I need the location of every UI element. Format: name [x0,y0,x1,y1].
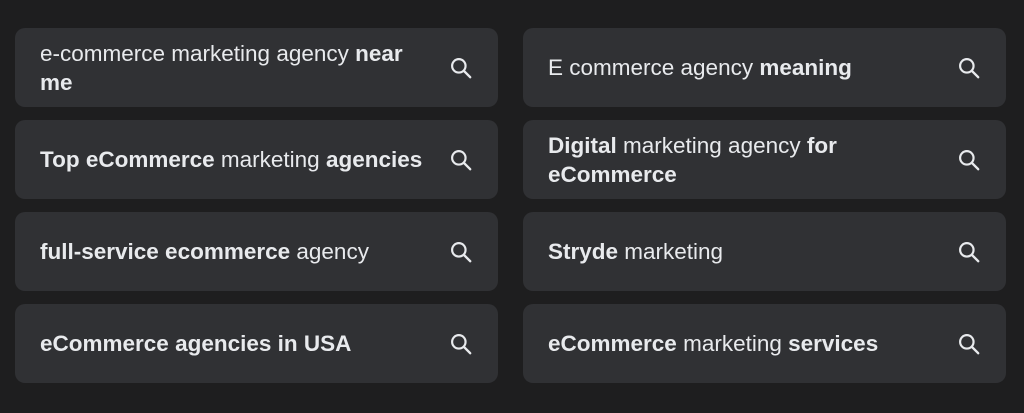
text-segment: marketing [676,331,789,356]
search-icon[interactable] [448,331,474,357]
text-segment: marketing [214,147,326,172]
related-search-text: E commerce agency meaning [548,53,852,82]
bold-text-segment: eCommerce agencies in USA [40,331,352,356]
related-search-chip[interactable]: E commerce agency meaning [523,28,1006,107]
bold-text-segment: eCommerce [548,331,677,356]
search-icon[interactable] [448,239,474,265]
search-icon[interactable] [956,147,982,173]
related-search-text: full-service ecommerce agency [40,237,369,266]
related-search-chip[interactable]: Top eCommerce marketing agencies [15,120,498,199]
search-icon[interactable] [448,147,474,173]
related-search-chip[interactable]: Digital marketing agency for eCommerce [523,120,1006,199]
text-segment: e-commerce marketing agency [40,40,356,66]
related-search-text: Top eCommerce marketing agencies [40,145,422,174]
related-search-chip[interactable]: eCommerce agencies in USA [15,304,498,383]
search-icon[interactable] [956,55,982,81]
search-icon[interactable] [956,331,982,357]
text-segment: agency [290,239,369,264]
related-search-chip[interactable]: Stryde marketing [523,212,1006,291]
bold-text-segment: agencies [325,147,423,172]
bold-text-segment: Stryde [548,239,619,264]
bold-text-segment: services [788,331,879,356]
bold-text-segment: Digital [548,132,617,158]
related-search-chip[interactable]: e-commerce marketing agency near me [15,28,498,107]
bold-text-segment: full-service ecommerce [40,239,291,264]
related-search-text: Digital marketing agency for eCommerce [548,131,944,189]
text-segment: marketing [618,239,724,264]
bold-text-segment: meaning [759,55,852,80]
related-search-chip[interactable]: full-service ecommerce agency [15,212,498,291]
text-segment: marketing agency [616,132,807,158]
related-search-text: e-commerce marketing agency near me [40,39,436,97]
related-search-chip[interactable]: eCommerce marketing services [523,304,1006,383]
bold-text-segment: Top eCommerce [40,147,215,172]
related-search-text: Stryde marketing [548,237,723,266]
related-searches-grid: e-commerce marketing agency near me E co… [15,28,1006,383]
search-icon[interactable] [956,239,982,265]
related-search-text: eCommerce marketing services [548,329,878,358]
text-segment: E commerce agency [548,55,760,80]
search-icon[interactable] [448,55,474,81]
related-search-text: eCommerce agencies in USA [40,329,351,358]
